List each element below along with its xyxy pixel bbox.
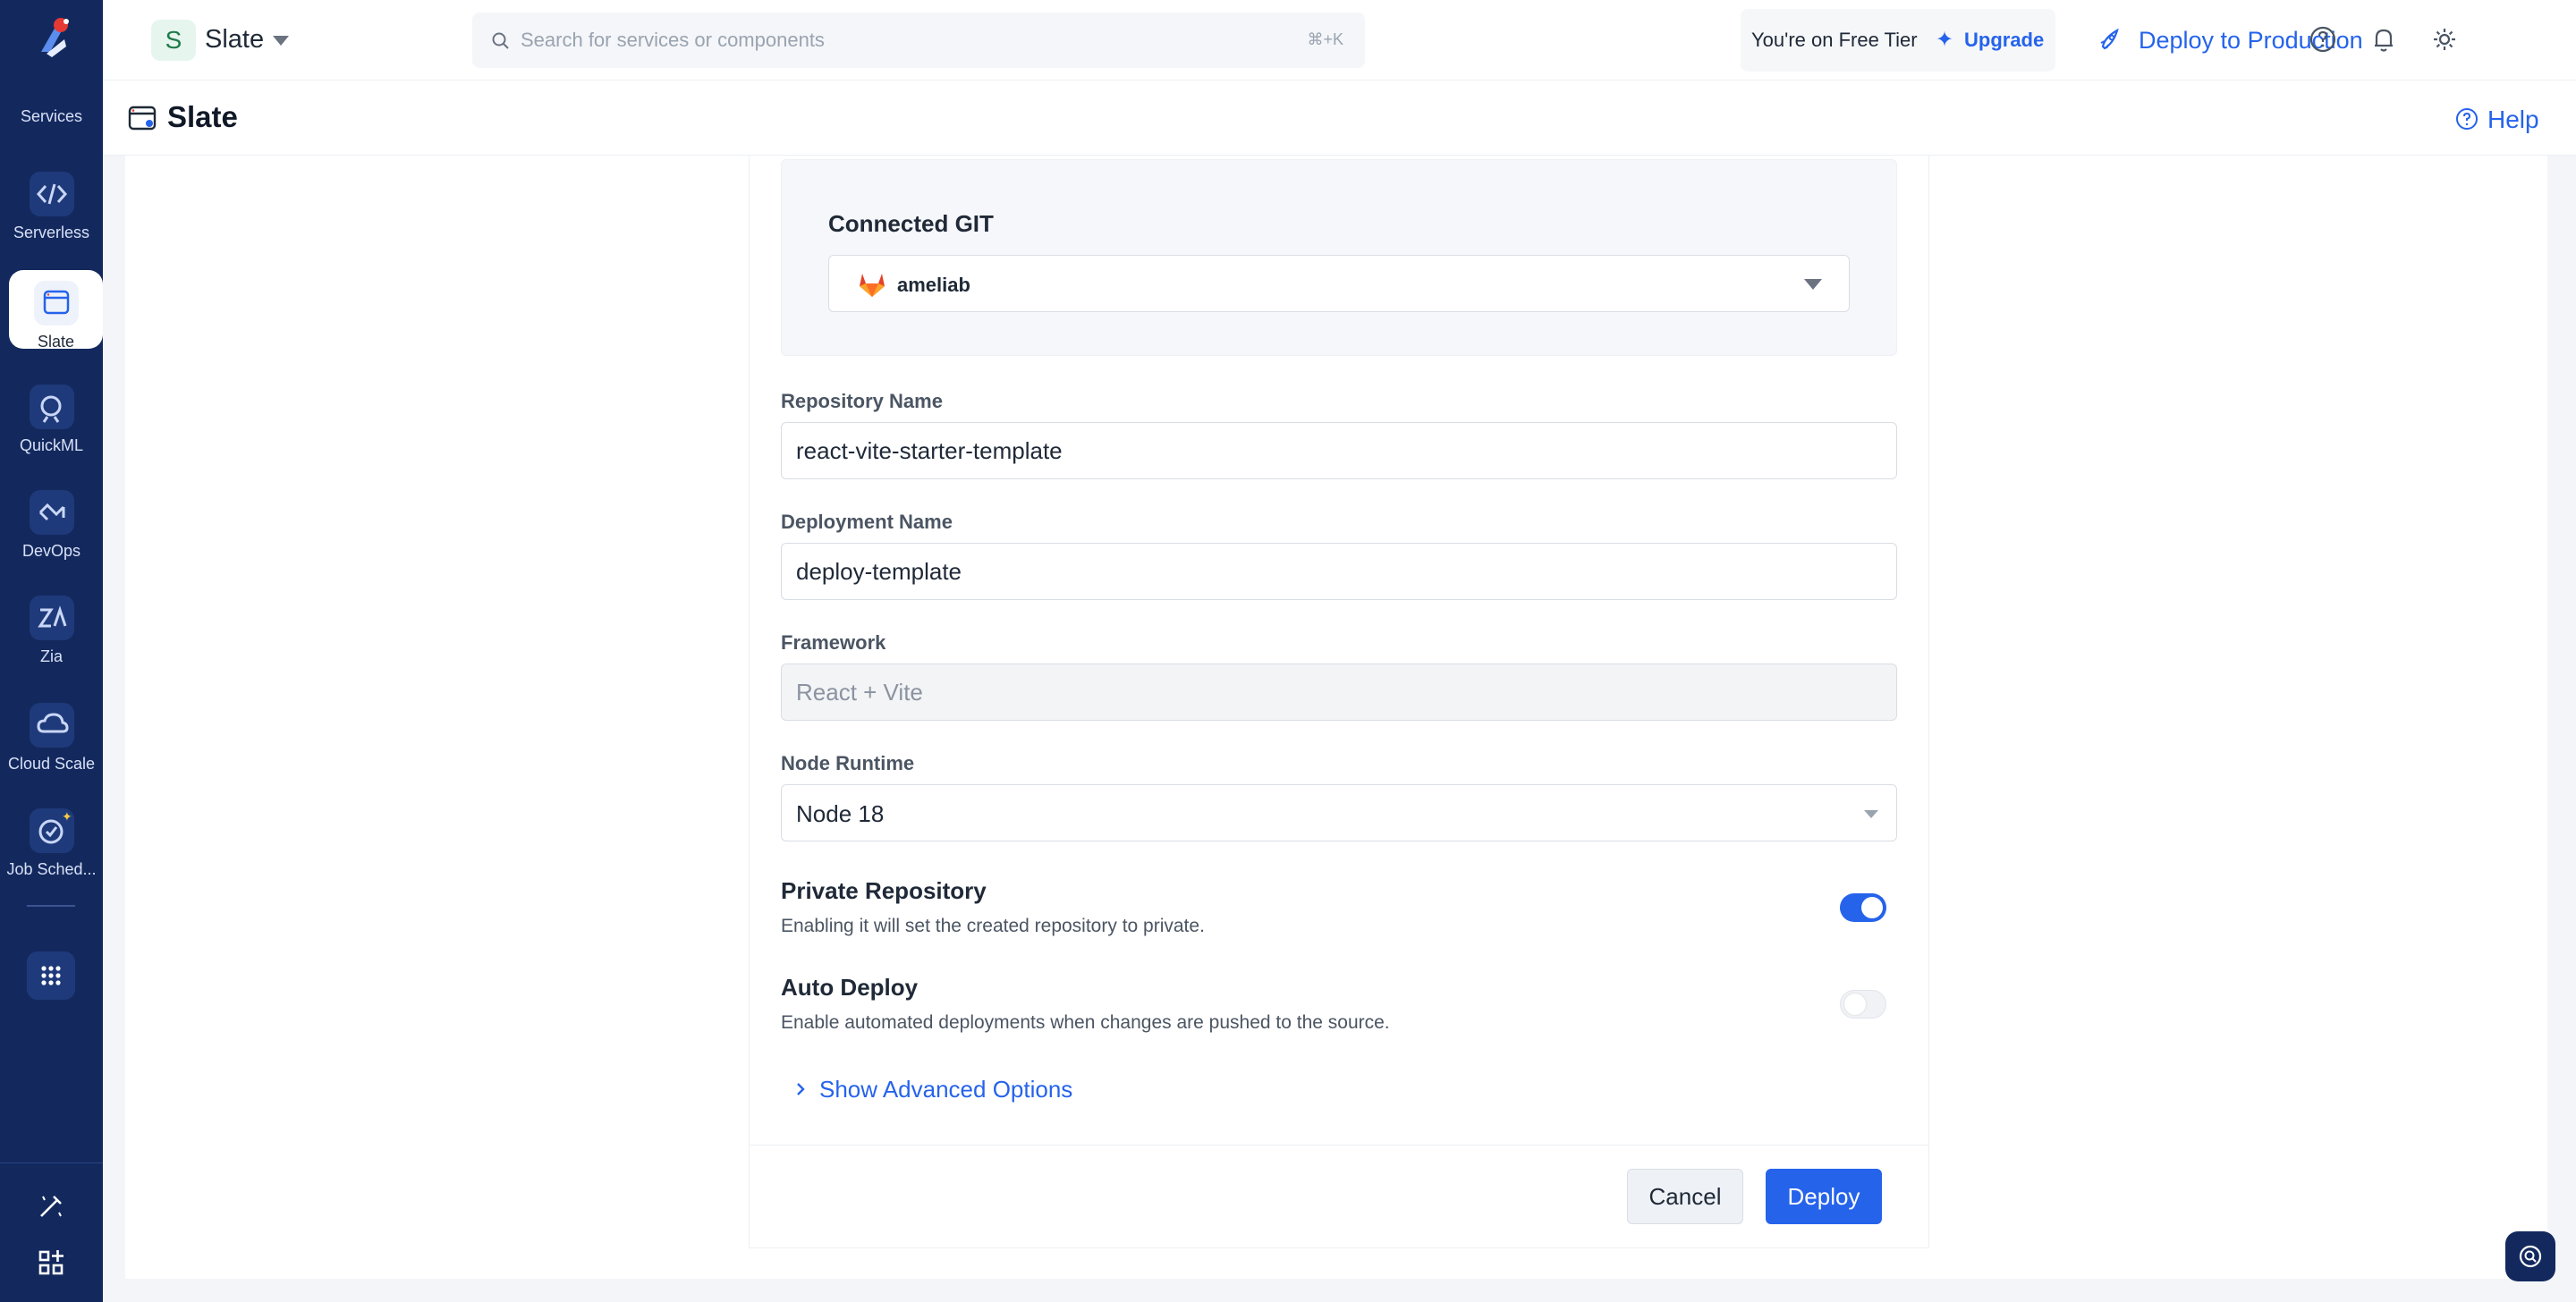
top-bar: S Slate ⌘+K You're on Free Tier ✦ Upgrad… — [103, 0, 2576, 80]
rail-item-label: Serverless — [13, 224, 90, 241]
project-name[interactable]: Slate — [205, 25, 264, 55]
toggle-knob — [1861, 897, 1883, 918]
search-input[interactable] — [521, 25, 1200, 55]
assistant-search-icon — [2519, 1245, 2542, 1268]
help-label: Help — [2487, 106, 2539, 133]
bell-icon[interactable] — [2366, 21, 2402, 57]
tier-banner: You're on Free Tier ✦ Upgrade — [1741, 9, 2055, 72]
chevron-down-icon — [1804, 279, 1822, 290]
search-shortcut: ⌘+K — [1307, 30, 1343, 48]
magic-wand-icon[interactable] — [34, 1189, 68, 1223]
project-avatar[interactable]: S — [151, 20, 196, 61]
rail-item-label: Slate — [37, 333, 75, 351]
chevron-down-icon[interactable] — [273, 36, 289, 46]
cloud-scale-icon — [29, 703, 74, 748]
node-runtime-value: Node 18 — [796, 800, 885, 827]
gear-icon[interactable] — [2427, 21, 2462, 57]
connected-git-label: Connected GIT — [828, 210, 994, 237]
git-account-select[interactable]: ameliab — [828, 255, 1850, 312]
rail-item-quickml[interactable]: QuickML — [0, 385, 103, 474]
deploy-button[interactable]: Deploy — [1766, 1169, 1882, 1224]
left-rail: Services Serverless Slate QuickML DevOps… — [0, 0, 103, 1302]
repository-name-input[interactable] — [781, 422, 1897, 479]
add-widget-icon[interactable] — [34, 1246, 68, 1280]
upgrade-link[interactable]: Upgrade — [1964, 29, 2044, 52]
search-bar[interactable]: ⌘+K — [472, 13, 1365, 68]
gitlab-icon — [860, 274, 885, 297]
git-account-value: ameliab — [897, 274, 970, 296]
serverless-icon — [29, 172, 74, 216]
devops-icon — [29, 490, 74, 535]
chevron-down-icon — [1864, 810, 1878, 818]
catalyst-logo-icon[interactable] — [25, 13, 79, 66]
repository-name-label: Repository Name — [781, 390, 943, 412]
page-title: Slate — [167, 100, 238, 133]
rail-bottom-divider — [0, 1162, 103, 1163]
private-repository-toggle[interactable] — [1840, 893, 1886, 922]
chevron-right-icon — [797, 1083, 805, 1095]
show-advanced-options-label: Show Advanced Options — [819, 1076, 1073, 1103]
rail-divider — [27, 905, 75, 907]
rail-item-label: Cloud Scale — [7, 755, 96, 773]
rail-item-cloud-scale[interactable]: Cloud Scale — [0, 703, 103, 792]
auto-deploy-toggle[interactable] — [1840, 990, 1886, 1019]
rail-item-services[interactable]: Services — [0, 107, 103, 152]
apps-grid-icon[interactable] — [27, 951, 75, 1000]
sparkle-icon: ✦ — [1936, 28, 1954, 52]
toggle-knob — [1844, 993, 1866, 1015]
auto-deploy-description: Enable automated deployments when change… — [781, 1012, 1390, 1033]
rail-item-label: Job Sched... — [6, 860, 97, 878]
deployment-name-label: Deployment Name — [781, 511, 953, 533]
framework-label: Framework — [781, 631, 886, 654]
svg-text:✦: ✦ — [62, 809, 72, 824]
help-circle-icon — [2456, 108, 2478, 130]
form-footer-divider — [749, 1145, 1929, 1146]
page-header: Slate Help — [103, 80, 2576, 156]
zia-icon — [29, 596, 74, 640]
deployment-name-input[interactable] — [781, 543, 1897, 600]
job-scheduler-icon: ✦ — [29, 808, 74, 853]
private-repository-description: Enabling it will set the created reposit… — [781, 916, 1205, 936]
node-runtime-select[interactable]: Node 18 — [781, 784, 1897, 841]
assistant-button[interactable] — [2505, 1231, 2555, 1281]
connected-git-section: Connected GIT ameliab — [781, 159, 1897, 356]
private-repository-title: Private Repository — [781, 877, 987, 904]
help-circle-icon[interactable] — [2305, 21, 2341, 57]
framework-input — [781, 664, 1897, 721]
rail-item-label: QuickML — [19, 436, 83, 454]
slate-icon — [128, 106, 157, 131]
rail-item-label: DevOps — [21, 542, 81, 560]
rail-item-serverless[interactable]: Serverless — [0, 172, 103, 261]
rail-item-devops[interactable]: DevOps — [0, 490, 103, 579]
rail-item-label: Zia — [39, 647, 63, 665]
auto-deploy-title: Auto Deploy — [781, 974, 919, 1001]
search-icon — [492, 32, 509, 49]
cancel-button[interactable]: Cancel — [1627, 1169, 1743, 1224]
rail-item-label: Services — [20, 107, 83, 125]
tier-text: You're on Free Tier — [1751, 29, 1918, 51]
rail-item-zia[interactable]: Zia — [0, 596, 103, 685]
node-runtime-label: Node Runtime — [781, 752, 915, 774]
quickml-icon — [29, 385, 74, 429]
rail-item-slate[interactable]: Slate — [9, 270, 103, 351]
rail-item-job-scheduler[interactable]: ✦ Job Sched... — [0, 808, 103, 898]
slate-icon — [33, 281, 79, 326]
rocket-icon — [2100, 28, 2119, 50]
